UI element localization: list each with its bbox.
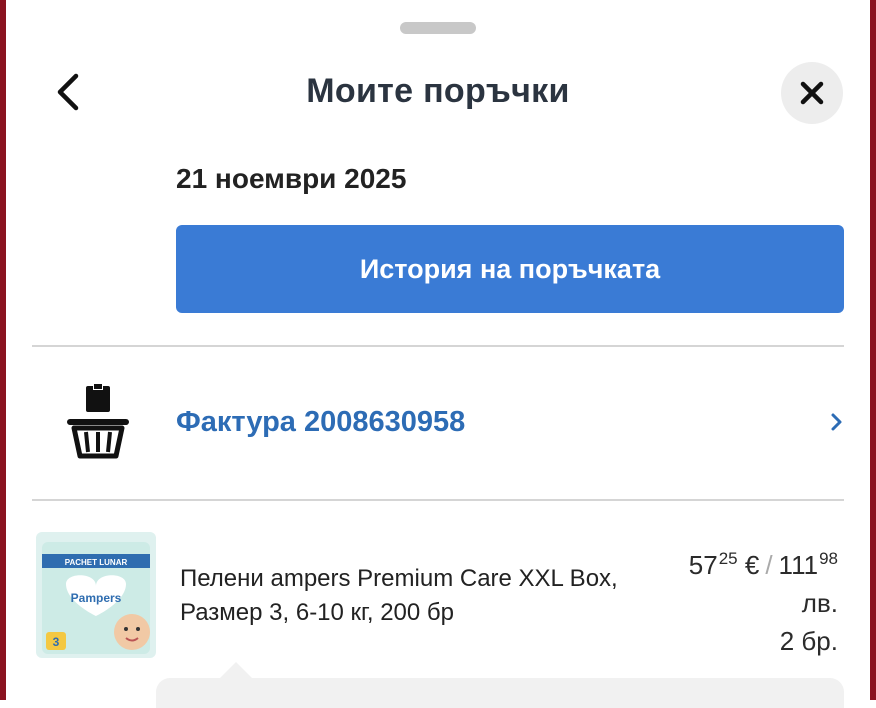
package-brand: Pampers <box>71 591 122 605</box>
divider <box>32 499 844 501</box>
price-line: 5725 €/11198 <box>689 540 838 584</box>
invoice-row[interactable]: Фактура 2008630958 <box>32 350 844 498</box>
close-icon <box>800 81 824 105</box>
price-bgn-cents: 98 <box>819 549 838 568</box>
page-title: Моите поръчки <box>306 72 570 110</box>
product-quantity: 2 бр. <box>779 626 838 656</box>
sheet-grabber[interactable] <box>400 22 476 34</box>
product-image[interactable]: PACHET LUNAR Pampers 3 <box>36 532 156 658</box>
order-date: 21 ноември 2025 <box>176 163 407 194</box>
product-price: 5725 €/11198 лв. 2 бр. <box>689 540 838 660</box>
close-button[interactable] <box>781 62 843 124</box>
background-edge-right <box>870 0 876 700</box>
price-eur-cents: 25 <box>718 549 738 568</box>
product-name[interactable]: Пелени ampers Premium Care XXL Box, Разм… <box>180 562 660 630</box>
chevron-right-icon <box>831 413 842 431</box>
price-eur-main: 57 <box>688 550 718 580</box>
currency-eur: € <box>744 550 760 580</box>
diaper-package-image: PACHET LUNAR Pampers 3 <box>36 532 156 658</box>
package-label-top: PACHET LUNAR <box>65 558 128 567</box>
basket-icon <box>67 384 129 459</box>
invoice-link[interactable]: Фактура 2008630958 <box>176 406 465 439</box>
package-size: 3 <box>53 635 60 649</box>
divider <box>32 345 844 347</box>
order-history-button[interactable]: История на поръчката <box>176 225 844 313</box>
currency-bgn: лв. <box>801 588 838 618</box>
orders-sheet: Моите поръчки 21 ноември 2025 История на… <box>6 0 870 708</box>
price-separator: / <box>765 550 773 580</box>
price-bgn-main: 111 <box>778 550 819 580</box>
bottom-panel <box>156 678 844 708</box>
